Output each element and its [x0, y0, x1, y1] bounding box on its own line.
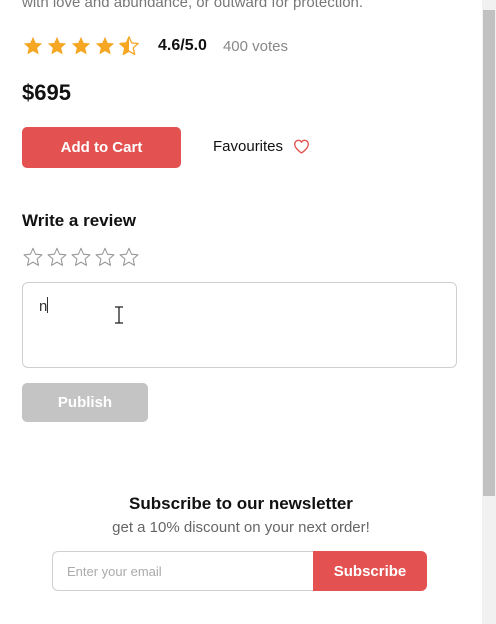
product-page: with love and abundance, or outward for …: [0, 0, 482, 624]
newsletter-subtitle: get a 10% discount on your next order!: [112, 519, 370, 536]
star-full-icon: [71, 36, 91, 55]
ibeam-cursor-icon: [115, 306, 123, 324]
rating-value: 4.6/5.0: [158, 37, 207, 54]
votes-count: 400 votes: [222, 37, 288, 55]
newsletter-title: Subscribe to our newsletter: [129, 494, 353, 513]
scrollbar-thumb[interactable]: [483, 10, 495, 496]
review-textarea[interactable]: n: [22, 282, 457, 368]
star-full-icon: [47, 36, 67, 55]
review-star-picker: [22, 246, 140, 268]
review-text: n: [39, 298, 48, 315]
product-price: $695: [22, 80, 71, 105]
star-empty-icon[interactable]: [46, 246, 68, 268]
add-to-cart-button[interactable]: Add to Cart: [22, 127, 181, 168]
rating-stars: [22, 35, 140, 57]
heart-icon: [294, 139, 310, 154]
star-full-icon: [23, 36, 43, 55]
publish-button[interactable]: Publish: [22, 383, 148, 422]
newsletter-form: Subscribe: [52, 551, 427, 591]
scrollbar[interactable]: [482, 0, 496, 624]
product-rating: 4.6/5.0 400 votes: [22, 35, 288, 57]
favourites-label: Favourites: [213, 138, 284, 155]
star-empty-icon[interactable]: [22, 246, 44, 268]
email-input[interactable]: [52, 551, 313, 591]
subscribe-button[interactable]: Subscribe: [313, 551, 427, 591]
star-full-icon: [95, 36, 115, 55]
star-empty-icon[interactable]: [118, 246, 140, 268]
review-heading: Write a review: [22, 211, 137, 230]
star-half-icon: [119, 36, 139, 56]
star-empty-icon[interactable]: [94, 246, 116, 268]
text-caret: [47, 297, 49, 313]
favourites-button[interactable]: Favourites: [213, 138, 310, 155]
star-empty-icon[interactable]: [70, 246, 92, 268]
product-description: with love and abundance, or outward for …: [22, 0, 364, 11]
